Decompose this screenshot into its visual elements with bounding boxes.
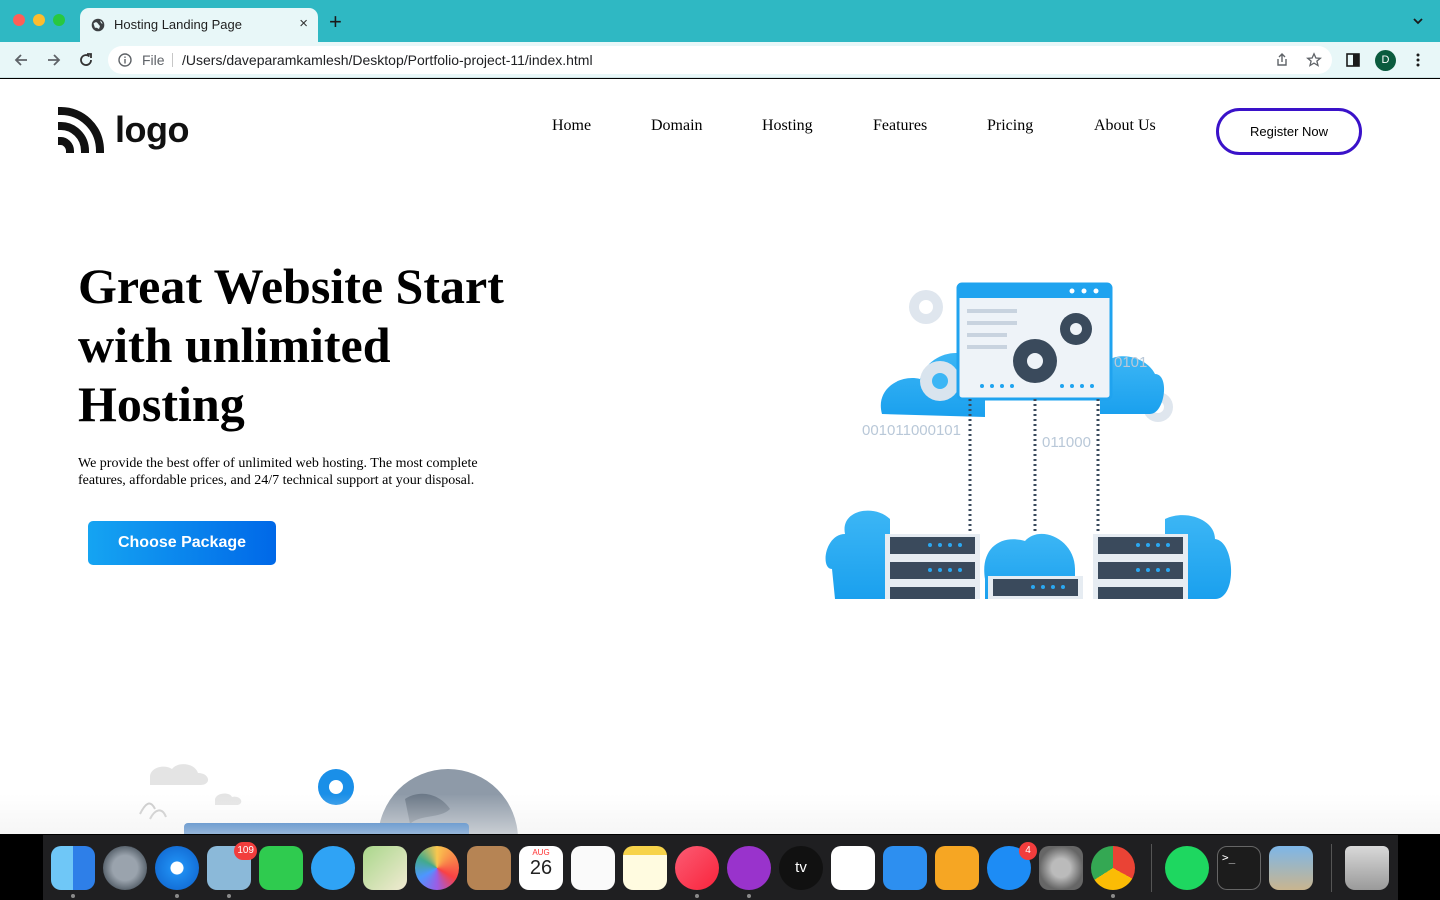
url-scheme-label: File [142, 52, 165, 68]
contacts-icon[interactable] [467, 846, 511, 890]
apple-tv-icon[interactable]: tv [779, 846, 823, 890]
dock-separator [1151, 844, 1152, 892]
close-window-button[interactable] [13, 14, 25, 26]
bookmark-star-icon[interactable] [1306, 52, 1322, 68]
safari-icon[interactable] [155, 846, 199, 890]
binary-text-3: 011000 [1042, 434, 1091, 451]
running-indicator [71, 894, 75, 898]
running-indicator [175, 894, 179, 898]
tab-close-icon[interactable]: × [299, 15, 308, 32]
server-rack-right [1093, 534, 1188, 599]
calendar-month: AUG [532, 848, 550, 857]
globe-icon [91, 18, 105, 32]
new-tab-button[interactable]: + [329, 11, 342, 33]
zoom-window-button[interactable] [53, 14, 65, 26]
podcasts-icon[interactable] [727, 846, 771, 890]
running-indicator [695, 894, 699, 898]
browser-tab[interactable]: Hosting Landing Page × [80, 8, 318, 42]
calendar-day: 26 [529, 857, 553, 879]
facetime-icon[interactable] [259, 846, 303, 890]
mail-icon[interactable]: 109 [207, 842, 257, 890]
mail-badge: 109 [234, 842, 257, 860]
forward-arrow-icon[interactable] [45, 51, 63, 69]
binary-text-1: 0101 [1114, 354, 1147, 371]
address-bar[interactable]: File /Users/daveparamkamlesh/Desktop/Por… [108, 46, 1332, 74]
logo-mark-icon [58, 107, 104, 153]
dock-separator [1331, 844, 1332, 892]
reload-icon[interactable] [77, 51, 95, 69]
nav-about-us[interactable]: About Us [1094, 117, 1156, 135]
maps-icon[interactable] [363, 846, 407, 890]
reminders-icon[interactable] [571, 846, 615, 890]
macos-dock: 109 AUG 26 tv 4 >_ [43, 835, 1398, 900]
binary-text-2: 001011000101 [862, 422, 961, 439]
nav-hosting[interactable]: Hosting [762, 117, 813, 135]
numbers-icon[interactable] [831, 846, 875, 890]
url-divider [172, 53, 173, 67]
hero-title: Great Website Start with unlimited Hosti… [78, 258, 504, 432]
server-rack-left [885, 534, 980, 599]
nav-domain[interactable]: Domain [651, 117, 703, 135]
url-text[interactable]: /Users/daveparamkamlesh/Desktop/Portfoli… [182, 52, 593, 68]
share-icon[interactable] [1274, 52, 1290, 68]
pages-icon[interactable] [935, 846, 979, 890]
calendar-icon[interactable]: AUG 26 [519, 846, 563, 890]
profile-avatar[interactable]: D [1375, 50, 1396, 71]
running-indicator [747, 894, 751, 898]
page-viewport: logo Home Domain Hosting Features Pricin… [0, 79, 1440, 834]
cloud-hosting-illustration: 0101 001011000101 011000 0010101 [825, 282, 1232, 599]
browser-toolbar: File /Users/daveparamkamlesh/Desktop/Por… [0, 42, 1440, 78]
keynote-icon[interactable] [883, 846, 927, 890]
launchpad-icon[interactable] [103, 846, 147, 890]
hero-description: We provide the best offer of unlimited w… [78, 456, 478, 488]
messages-icon[interactable] [311, 846, 355, 890]
running-indicator [1111, 894, 1115, 898]
server-rack-center [988, 576, 1083, 599]
system-preferences-icon[interactable] [1039, 846, 1083, 890]
logo-text: logo [115, 109, 189, 150]
spotify-icon[interactable] [1165, 846, 1209, 890]
preview-icon[interactable] [1269, 846, 1313, 890]
nav-pricing[interactable]: Pricing [987, 117, 1033, 135]
running-indicator [227, 894, 231, 898]
music-icon[interactable] [675, 846, 719, 890]
tab-title: Hosting Landing Page [114, 17, 242, 32]
register-now-button[interactable]: Register Now [1216, 108, 1362, 155]
chevron-down-icon[interactable] [1412, 15, 1424, 27]
browser-tab-strip: Hosting Landing Page × + [0, 0, 1440, 42]
app-store-badge: 4 [1019, 842, 1037, 860]
page-bottom-fade [0, 794, 1440, 834]
chrome-icon[interactable] [1091, 846, 1135, 890]
app-store-icon[interactable]: 4 [987, 842, 1037, 890]
minimize-window-button[interactable] [33, 14, 45, 26]
terminal-icon[interactable]: >_ [1217, 846, 1261, 890]
side-panel-icon[interactable] [1345, 52, 1361, 68]
photos-icon[interactable] [415, 846, 459, 890]
finder-icon[interactable] [51, 846, 95, 890]
choose-package-button[interactable]: Choose Package [88, 521, 276, 565]
back-arrow-icon[interactable] [12, 51, 30, 69]
nav-home[interactable]: Home [552, 117, 591, 135]
more-menu-icon[interactable] [1410, 52, 1426, 68]
notes-icon[interactable] [623, 846, 667, 890]
info-icon[interactable] [118, 53, 132, 67]
nav-features[interactable]: Features [873, 117, 927, 135]
trash-icon[interactable] [1345, 846, 1389, 890]
